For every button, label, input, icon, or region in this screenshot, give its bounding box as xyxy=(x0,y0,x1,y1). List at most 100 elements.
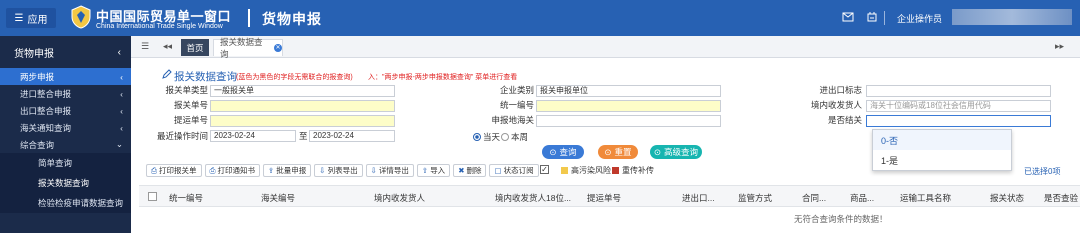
radio-today[interactable]: 当天 xyxy=(473,131,500,143)
bill-no-input[interactable] xyxy=(210,115,395,127)
reset-button-label: 重置 xyxy=(614,147,632,157)
select-all-checkbox[interactable] xyxy=(148,192,157,201)
sidebar-item-customs-notice[interactable]: 海关通知查询 ‹ xyxy=(0,119,131,136)
advanced-query-label: 高级查询 xyxy=(664,147,699,157)
sidebar-item-export[interactable]: 出口整合申报 ‹ xyxy=(0,102,131,119)
print-notice-button[interactable]: ⎙ 打印通知书 xyxy=(204,164,260,177)
unified-no-label: 统一编号 xyxy=(499,100,534,110)
tab-scroll-left-icon[interactable]: ◂◂ xyxy=(163,41,172,52)
chevron-icon: ‹ xyxy=(120,105,123,116)
column-header[interactable]: 合同... xyxy=(802,192,826,204)
sidebar-subitem-simple-query[interactable]: 简单查询 xyxy=(0,153,131,173)
delete-button[interactable]: ✖ 删除 xyxy=(453,164,487,177)
tab-declaration-query[interactable]: 报关数据查询 ✕ xyxy=(213,37,283,59)
sidebar-subitem-inspection-query[interactable]: 检验检疫申请数据查询 xyxy=(0,193,131,213)
page-title: 货物申报 xyxy=(262,11,322,27)
enterprise-label: 企业类别 xyxy=(499,85,534,95)
advanced-query-button[interactable]: ⊙ 高级查询 xyxy=(650,145,702,159)
customs-select[interactable] xyxy=(536,115,721,127)
column-header[interactable]: 境内收发货人 xyxy=(374,192,425,204)
dropdown-option-no[interactable]: 0-否 xyxy=(873,130,1011,150)
legend-risk-swatch xyxy=(561,167,568,174)
checkbox-checked-icon[interactable]: ✓ xyxy=(540,165,549,174)
empty-table-message: 无符合查询条件的数据！ xyxy=(794,214,888,224)
legend-resend-swatch xyxy=(612,167,619,174)
import-button[interactable]: ⇧ 导入 xyxy=(416,164,451,177)
detail-export-button[interactable]: ⇩ 详情导出 xyxy=(365,164,414,177)
radio-week[interactable]: 本周 xyxy=(501,131,528,143)
trash-icon: ✖ xyxy=(458,166,465,175)
declare-no-label: 报关单号 xyxy=(173,100,208,110)
chevron-icon: ‹ xyxy=(120,88,123,99)
list-export-button[interactable]: ⇩ 列表导出 xyxy=(314,164,363,177)
notification-icon[interactable] xyxy=(866,11,878,23)
sidebar: 货物申报 ‹ 两步申报 ‹ 进口整合申报 ‹ 出口整合申报 ‹ 海关通知查询 ‹… xyxy=(0,36,131,233)
chevron-left-icon[interactable]: ‹ xyxy=(118,47,121,58)
sidebar-subitem-declaration-query[interactable]: 报关数据查询 xyxy=(0,173,131,193)
reset-icon: ⊙ xyxy=(604,146,612,157)
column-header[interactable]: 报关状态 xyxy=(990,192,1024,204)
declare-type-select[interactable]: 一般报关单 xyxy=(210,85,395,97)
sidebar-item-label: 两步申报 xyxy=(20,71,55,82)
search-icon: ⊙ xyxy=(549,146,557,157)
finished-label: 是否结关 xyxy=(827,115,862,125)
enterprise-select[interactable]: 报关申报单位 xyxy=(536,85,721,97)
close-icon[interactable]: ✕ xyxy=(274,44,282,52)
toolbar-label: 导入 xyxy=(430,166,446,175)
app-menu-label: 应用 xyxy=(27,14,48,26)
sidebar-header: 货物申报 ‹ xyxy=(0,36,131,68)
ie-flag-label: 进出口标志 xyxy=(819,85,862,95)
menu-icon: ☰ xyxy=(14,12,24,24)
user-name-blurred[interactable] xyxy=(952,9,1072,25)
sidebar-item-label: 综合查询 xyxy=(20,139,55,150)
subscribe-button[interactable]: ▢ 状态订阅 xyxy=(489,164,539,177)
radio-checked-icon xyxy=(473,133,481,141)
query-button[interactable]: ⊙ 查询 xyxy=(542,145,584,159)
toolbar-label: 详情导出 xyxy=(378,166,409,175)
consignee-label: 境内收发货人 xyxy=(810,100,862,110)
selected-count: 已选择0项 xyxy=(1024,167,1061,176)
column-header[interactable]: 提运单号 xyxy=(587,192,621,204)
column-header[interactable]: 是否查验 xyxy=(1044,192,1078,204)
print-declaration-button[interactable]: ⎙ 打印报关单 xyxy=(146,164,202,177)
top-header: ☰ 应用 中国国际贸易单一窗口 China International Trad… xyxy=(0,0,1080,36)
app-menu-button[interactable]: ☰ 应用 xyxy=(6,8,56,28)
sidebar-item-label: 出口整合申报 xyxy=(20,105,72,116)
form-title: 报关数据查询 xyxy=(174,71,237,83)
column-header[interactable]: 监管方式 xyxy=(738,192,772,204)
unified-no-input[interactable] xyxy=(536,100,721,112)
ie-flag-select[interactable] xyxy=(866,85,1051,97)
toolbar-label: 打印报关单 xyxy=(159,166,197,175)
column-header[interactable]: 进出口... xyxy=(682,192,715,204)
sidebar-item-integrated-query[interactable]: 综合查询 ⌄ xyxy=(0,136,131,153)
batch-declare-button[interactable]: ⇪ 批量申报 xyxy=(263,164,312,177)
sidebar-item-import[interactable]: 进口整合申报 ‹ xyxy=(0,85,131,102)
customs-logo-icon xyxy=(71,5,91,29)
tab-home[interactable]: 首页 xyxy=(181,39,209,56)
mail-icon[interactable] xyxy=(842,11,854,23)
toolbar-label: 删除 xyxy=(466,166,482,175)
sidebar-item-two-step[interactable]: 两步申报 ‹ xyxy=(0,68,131,85)
export-icon: ⇩ xyxy=(370,166,377,175)
date-to-input[interactable]: 2023-02-24 xyxy=(309,130,395,142)
consignee-input[interactable]: 海关十位编码或18位社会信用代码 xyxy=(866,100,1051,112)
tab-scroll-right-icon[interactable]: ▸▸ xyxy=(1055,41,1064,52)
date-from-input[interactable]: 2023-02-24 xyxy=(210,130,296,142)
dropdown-option-yes[interactable]: 1-是 xyxy=(873,150,1011,170)
column-header[interactable]: 商品... xyxy=(850,192,874,204)
chevron-icon: ‹ xyxy=(120,122,123,133)
sidebar-title: 货物申报 xyxy=(14,48,54,60)
chevron-down-icon: ⌄ xyxy=(115,139,123,149)
reset-button[interactable]: ⊙ 重置 xyxy=(598,145,638,159)
declare-no-input[interactable] xyxy=(210,100,395,112)
date-separator: 至 xyxy=(299,131,308,141)
column-header[interactable]: 海关编号 xyxy=(261,192,295,204)
finished-select[interactable] xyxy=(866,115,1051,127)
form-note-link: 入："两步申报-两步申报数据查询" 菜单进行查看 xyxy=(368,74,518,81)
column-header[interactable]: 境内收发货人18位... xyxy=(495,192,571,204)
radio-unchecked-icon xyxy=(501,133,509,141)
bell-icon: ▢ xyxy=(494,166,502,175)
hamburger-icon[interactable]: ☰ xyxy=(141,41,149,52)
column-header[interactable]: 运输工具名称 xyxy=(900,192,951,204)
column-header[interactable]: 统一编号 xyxy=(169,192,203,204)
